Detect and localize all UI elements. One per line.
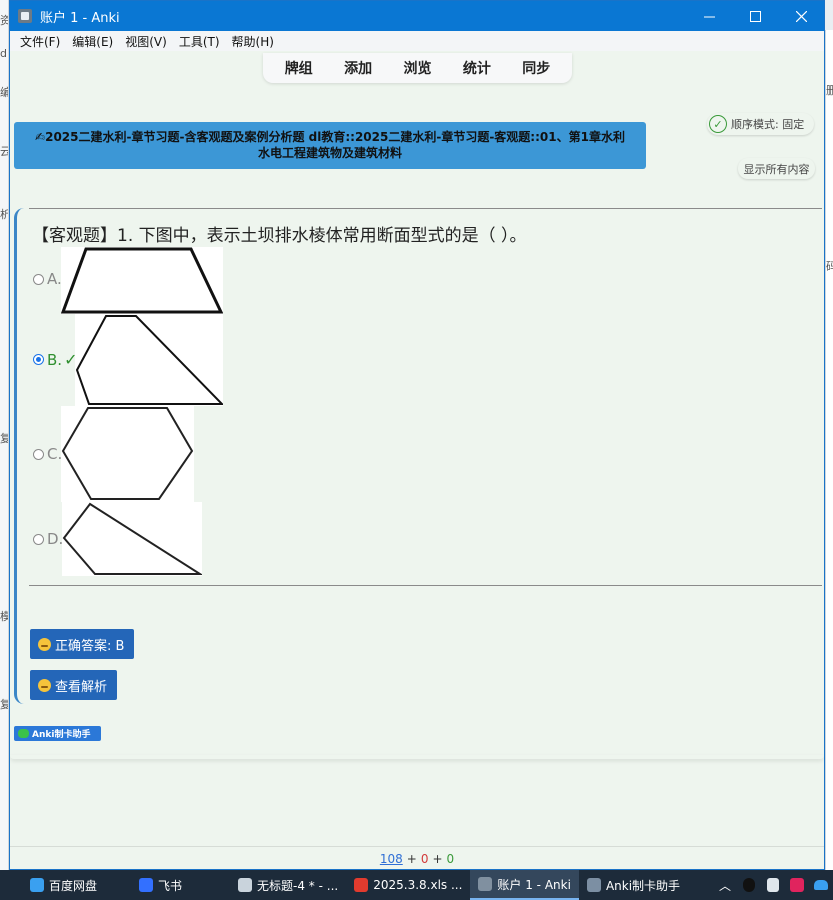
menu-bar: 文件(F) 编辑(E) 视图(V) 工具(T) 帮助(H): [10, 31, 824, 51]
show-answer-label: 正确答案: B: [55, 638, 125, 654]
background-window-left: 资di编 云析复 模复: [0, 0, 9, 870]
taskbar-item-label: 飞书: [158, 878, 183, 893]
main-toolbar: 牌组 添加 浏览 统计 同步: [263, 53, 572, 83]
taskbar-overflow-item[interactable]: [0, 870, 22, 900]
taskbar-item-label: Anki制卡助手: [605, 878, 681, 893]
toolbar-stats[interactable]: 统计: [463, 58, 491, 78]
title-bar: 账户 1 - Anki: [10, 1, 824, 31]
baidu-netdisk-icon: [30, 878, 44, 892]
smile-emoji-icon: [38, 637, 51, 651]
menu-tools[interactable]: 工具(T): [173, 33, 226, 50]
new-count[interactable]: 108: [380, 852, 403, 866]
taskbar: 百度网盘 飞书 无标题-4 * - ... 2025.3.8.xls ... 账…: [0, 870, 833, 900]
hexagon-shape: [61, 407, 194, 500]
close-icon: [795, 10, 807, 22]
trapezoid-shape: [60, 247, 224, 314]
window-title: 账户 1 - Anki: [40, 10, 120, 26]
maximize-button[interactable]: [732, 1, 778, 31]
anki-window: 账户 1 - Anki 文件(F) 编辑(E) 视图(V) 工具(T) 帮助(H…: [9, 0, 825, 870]
option-c[interactable]: C.: [33, 445, 62, 463]
taskbar-item-notepad[interactable]: 无标题-4 * - ...: [230, 870, 346, 900]
option-a[interactable]: A.: [33, 270, 62, 288]
plus-sign: +: [432, 852, 443, 866]
close-button[interactable]: [778, 1, 824, 31]
taskbar-item-label: 2025.3.8.xls ...: [373, 878, 463, 892]
question-card: 【客观题】1. 下图中，表示土坝排水棱体常用断面型式的是（ ）。 A. B. ✓…: [14, 208, 822, 704]
content-panel-edge: [10, 755, 824, 759]
qq-icon[interactable]: [740, 877, 758, 893]
option-c-label: C.: [47, 445, 63, 463]
view-analysis-label: 查看解析: [55, 679, 108, 695]
minimize-icon: [703, 16, 715, 17]
taskbar-item-feishu[interactable]: 飞书: [131, 870, 190, 900]
anki-helper-icon: [586, 878, 601, 892]
option-b-label: B.: [47, 350, 63, 369]
deck-path-line1: ✍2025二建水利-章节习题-含客观题及案例分析题 dl教育::2025二建水利…: [35, 130, 625, 144]
tray-app-icon[interactable]: [764, 877, 782, 893]
view-analysis-button[interactable]: 查看解析: [30, 670, 118, 700]
wechat-icon: [18, 729, 29, 738]
tray-bird-icon[interactable]: [812, 877, 830, 893]
toolbar-sync[interactable]: 同步: [522, 58, 550, 78]
taskbar-item-wps[interactable]: 2025.3.8.xls ...: [346, 870, 470, 900]
option-a-image: [60, 247, 224, 314]
check-circle-icon: ✓: [709, 115, 727, 133]
menu-view[interactable]: 视图(V): [119, 33, 173, 50]
tray-red-app-icon[interactable]: [788, 877, 806, 893]
divider: [29, 208, 822, 209]
option-d-image: [62, 502, 204, 576]
anki-helper-badge[interactable]: Anki制卡助手: [14, 726, 101, 741]
toolbar-browse[interactable]: 浏览: [403, 58, 431, 78]
anki-helper-label: Anki制卡助手: [32, 730, 91, 740]
toolbar-decks[interactable]: 牌组: [285, 58, 313, 78]
question-text: 【客观题】1. 下图中，表示土坝排水棱体常用断面型式的是（ ）。: [32, 226, 527, 246]
taskbar-item-anki[interactable]: 账户 1 - Anki: [470, 870, 579, 900]
feishu-icon: [139, 878, 154, 892]
order-mode-label: 顺序模式: 固定: [731, 118, 805, 131]
thinking-emoji-icon: [38, 678, 51, 692]
review-count: 0: [446, 852, 455, 866]
drainage-prism-shape: [75, 315, 225, 405]
option-b-image: [75, 314, 225, 406]
option-d-label: D.: [47, 530, 64, 548]
option-a-label: A.: [47, 270, 62, 288]
deck-path-line2: 水电工程建筑物及建筑材料: [257, 146, 402, 160]
taskbar-item-label: 无标题-4 * - ...: [257, 878, 339, 893]
menu-edit[interactable]: 编辑(E): [66, 33, 119, 50]
review-counts-bar: 108 + 0 + 0: [10, 846, 824, 869]
chevron-up-icon[interactable]: ︿: [716, 877, 734, 893]
wps-icon: [354, 878, 369, 892]
minimize-button[interactable]: [686, 1, 732, 31]
menu-file[interactable]: 文件(F): [14, 33, 66, 50]
menu-help[interactable]: 帮助(H): [226, 33, 280, 50]
option-b[interactable]: B. ✓: [33, 350, 77, 369]
show-all-button[interactable]: 显示所有内容: [738, 158, 815, 179]
system-tray: ︿: [713, 877, 833, 893]
divider: [29, 585, 822, 586]
irregular-quadrilateral-shape: [62, 502, 204, 575]
anki-icon: [478, 877, 493, 891]
option-d-radio[interactable]: [33, 533, 44, 545]
taskbar-item-label: 百度网盘: [49, 878, 98, 893]
toolbar-area: 牌组 添加 浏览 统计 同步: [10, 51, 824, 83]
taskbar-item-anki-helper[interactable]: Anki制卡助手: [579, 870, 688, 900]
deck-path-banner: ✍2025二建水利-章节习题-含客观题及案例分析题 dl教育::2025二建水利…: [14, 122, 646, 169]
plus-sign: +: [406, 852, 417, 866]
taskbar-item-baidu-netdisk[interactable]: 百度网盘: [22, 870, 105, 900]
toolbar-add[interactable]: 添加: [344, 58, 372, 78]
maximize-icon: [749, 10, 761, 22]
notepad-icon: [238, 878, 253, 892]
option-c-radio[interactable]: [33, 448, 44, 460]
option-c-image: [61, 406, 194, 502]
option-b-radio[interactable]: [33, 354, 44, 365]
show-answer-button[interactable]: 正确答案: B: [30, 629, 135, 659]
learn-count: 0: [420, 852, 429, 866]
order-mode-toggle[interactable]: ✓ 顺序模式: 固定: [707, 113, 814, 135]
background-window-right: 删码: [825, 30, 833, 870]
taskbar-item-label: 账户 1 - Anki: [497, 877, 571, 892]
anki-icon: [18, 9, 32, 23]
option-a-radio[interactable]: [33, 273, 44, 285]
option-d[interactable]: D.: [33, 530, 63, 548]
